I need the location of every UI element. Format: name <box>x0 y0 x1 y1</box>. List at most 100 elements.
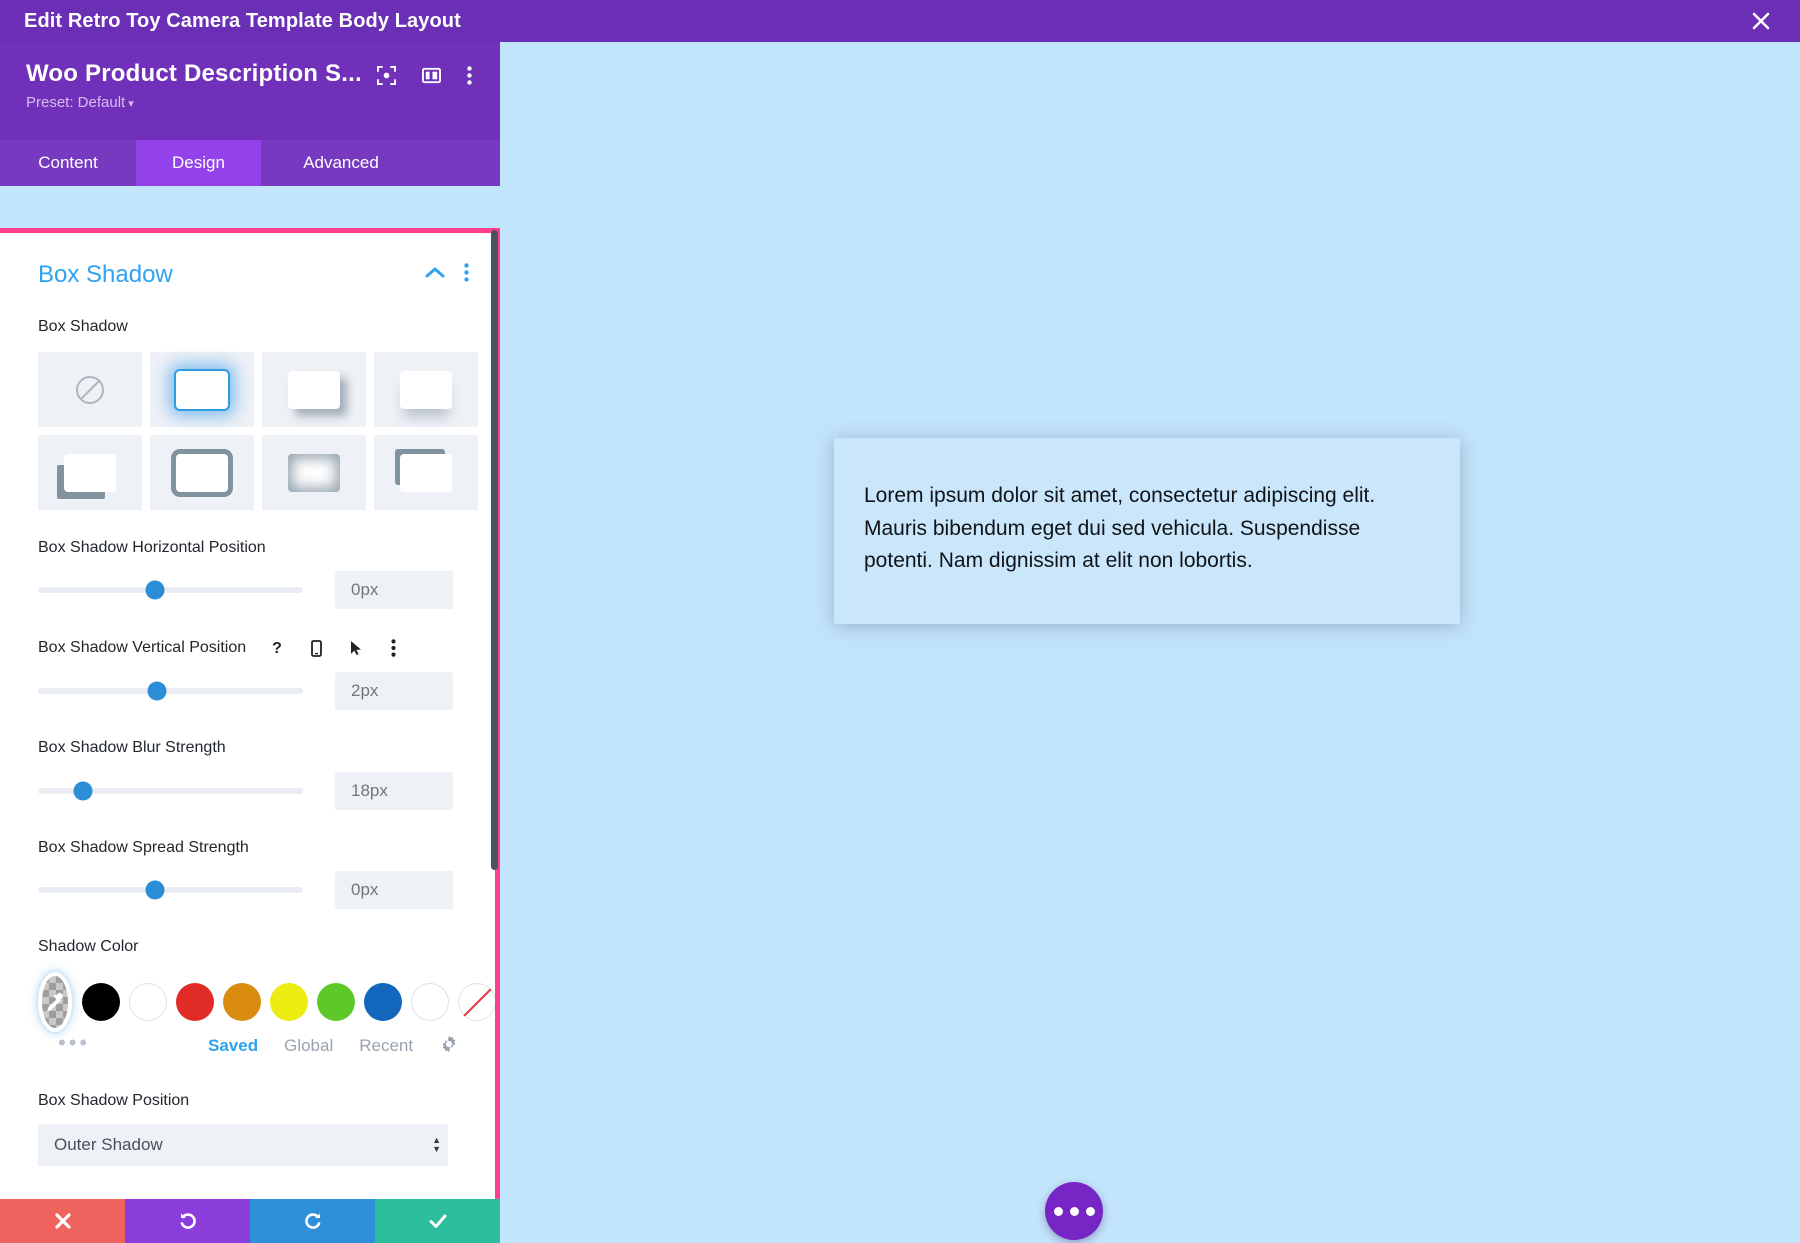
swatch-blue[interactable] <box>364 982 402 1021</box>
cancel-button[interactable] <box>0 1199 125 1243</box>
palette-tab-global[interactable]: Global <box>284 1036 333 1056</box>
horizontal-position-input[interactable] <box>335 571 453 610</box>
palette-tabs: Saved Global Recent <box>208 1034 457 1063</box>
box-shadow-section-header: Box Shadow <box>0 233 495 289</box>
panel-tabs: Content Design Advanced <box>0 140 500 186</box>
spread-strength-slider[interactable] <box>38 880 303 900</box>
shadow-preset-icon <box>288 453 340 492</box>
vertical-position-slider[interactable] <box>38 681 303 701</box>
shadow-preset-selected-glow[interactable] <box>150 352 254 428</box>
close-icon[interactable] <box>1748 8 1774 34</box>
shadow-preset-icon <box>64 453 116 492</box>
chevron-up-icon[interactable] <box>424 266 446 285</box>
vertical-dots-icon[interactable] <box>381 635 406 660</box>
save-button[interactable] <box>375 1199 500 1243</box>
top-bar: Edit Retro Toy Camera Template Body Layo… <box>0 0 1800 42</box>
redo-button[interactable] <box>250 1199 375 1243</box>
palette-tab-saved[interactable]: Saved <box>208 1036 258 1056</box>
blur-strength-input[interactable] <box>335 771 453 810</box>
layout-columns-icon[interactable] <box>422 66 441 90</box>
builder-fab-button[interactable] <box>1045 1182 1103 1240</box>
box-shadow-position-value: Outer Shadow <box>54 1135 163 1155</box>
mobile-icon[interactable] <box>303 635 328 660</box>
help-icon[interactable]: ? <box>264 635 289 660</box>
eyedropper-icon <box>47 992 63 1012</box>
shadow-preset-soft-bottom[interactable] <box>374 352 478 428</box>
settings-panel: Woo Product Description S... Preset: Def… <box>0 42 500 1243</box>
gear-icon[interactable] <box>439 1034 459 1059</box>
shadow-preset-icon <box>176 370 228 409</box>
settings-scrollbar[interactable] <box>491 230 498 870</box>
undo-button[interactable] <box>125 1199 250 1243</box>
field-spread-strength: Box Shadow Spread Strength <box>0 836 495 909</box>
close-icon <box>54 1213 71 1229</box>
field-label-blur-strength: Box Shadow Blur Strength <box>38 739 226 757</box>
swatch-white[interactable] <box>129 982 167 1021</box>
shadow-preset-outline[interactable] <box>150 435 254 511</box>
field-box-shadow: Box Shadow <box>0 315 495 511</box>
field-horizontal-position: Box Shadow Horizontal Position <box>0 536 495 610</box>
swatch-transparent[interactable] <box>411 982 449 1021</box>
blur-strength-slider[interactable] <box>38 781 303 801</box>
swatch-yellow[interactable] <box>270 982 308 1021</box>
preset-selector[interactable]: Preset: Default ▾ <box>26 94 134 111</box>
shadow-preset-drop-right[interactable] <box>262 352 366 428</box>
spread-strength-row <box>38 870 457 909</box>
blur-strength-row <box>38 771 457 810</box>
swatch-orange[interactable] <box>223 982 261 1021</box>
shadow-preset-none[interactable] <box>38 352 142 428</box>
field-label-horizontal-position: Box Shadow Horizontal Position <box>38 539 266 557</box>
no-shadow-icon <box>76 375 104 404</box>
shadow-preset-icon <box>400 453 452 492</box>
tab-design[interactable]: Design <box>136 140 261 186</box>
app-root: Edit Retro Toy Camera Template Body Layo… <box>0 0 1800 1243</box>
shadow-preset-bottom-left[interactable] <box>38 435 142 511</box>
panel-header-icons <box>377 66 472 90</box>
settings-body: Box Shadow Box Shadow Box Shadow Horizon… <box>0 233 495 1241</box>
panel-header: Woo Product Description S... Preset: Def… <box>0 42 500 140</box>
swatch-black[interactable] <box>82 982 120 1021</box>
field-blur-strength: Box Shadow Blur Strength <box>0 736 495 810</box>
field-shadow-color: Shadow Color ••• Saved Global Recent <box>0 935 495 1063</box>
spread-strength-input[interactable] <box>335 870 453 909</box>
box-shadow-preset-grid <box>38 352 478 511</box>
slider-knob[interactable] <box>73 781 93 801</box>
slider-knob[interactable] <box>145 580 165 600</box>
focus-target-icon[interactable] <box>377 66 396 90</box>
horizontal-dots-icon <box>1069 1206 1079 1216</box>
box-shadow-position-select-wrap: Outer Shadow ▲ ▼ <box>38 1124 457 1167</box>
section-more-icon[interactable] <box>464 263 469 287</box>
tab-advanced[interactable]: Advanced <box>261 140 421 186</box>
product-description-card[interactable]: Lorem ipsum dolor sit amet, consectetur … <box>834 438 1460 624</box>
field-vertical-position: Box Shadow Vertical Position ? <box>0 635 495 711</box>
vertical-position-label-row: Box Shadow Vertical Position ? <box>38 635 457 660</box>
slider-knob[interactable] <box>145 880 165 900</box>
swatch-green[interactable] <box>317 982 355 1021</box>
horizontal-dots-icon <box>1085 1206 1095 1216</box>
swatch-none[interactable] <box>458 982 495 1021</box>
shadow-preset-icon <box>288 370 340 409</box>
horizontal-position-slider[interactable] <box>38 580 303 600</box>
preview-canvas: Lorem ipsum dolor sit amet, consectetur … <box>500 42 1800 1243</box>
vertical-dots-icon[interactable] <box>467 66 472 90</box>
shadow-preset-inset[interactable] <box>262 435 366 511</box>
module-title: Woo Product Description S... <box>26 60 362 87</box>
redo-icon <box>304 1213 320 1229</box>
slider-knob[interactable] <box>147 681 167 701</box>
vertical-position-option-icons: ? <box>264 635 406 660</box>
undo-icon <box>180 1213 196 1229</box>
box-shadow-position-select[interactable]: Outer Shadow <box>38 1124 448 1167</box>
page-title: Edit Retro Toy Camera Template Body Layo… <box>24 9 461 32</box>
shadow-preset-icon <box>176 453 228 492</box>
swatch-red[interactable] <box>176 982 214 1021</box>
tab-content[interactable]: Content <box>0 140 136 186</box>
vertical-position-input[interactable] <box>335 672 453 711</box>
shadow-preset-corner[interactable] <box>374 435 478 511</box>
shadow-preset-icon <box>400 370 452 409</box>
cursor-icon[interactable] <box>342 635 367 660</box>
color-picker-button[interactable] <box>42 975 68 1028</box>
shadow-color-swatches <box>38 975 495 1028</box>
palette-tab-recent[interactable]: Recent <box>359 1036 413 1056</box>
field-label-vertical-position: Box Shadow Vertical Position <box>38 639 247 657</box>
settings-body-highlight: Box Shadow Box Shadow Box Shadow Horizon… <box>0 228 500 1243</box>
